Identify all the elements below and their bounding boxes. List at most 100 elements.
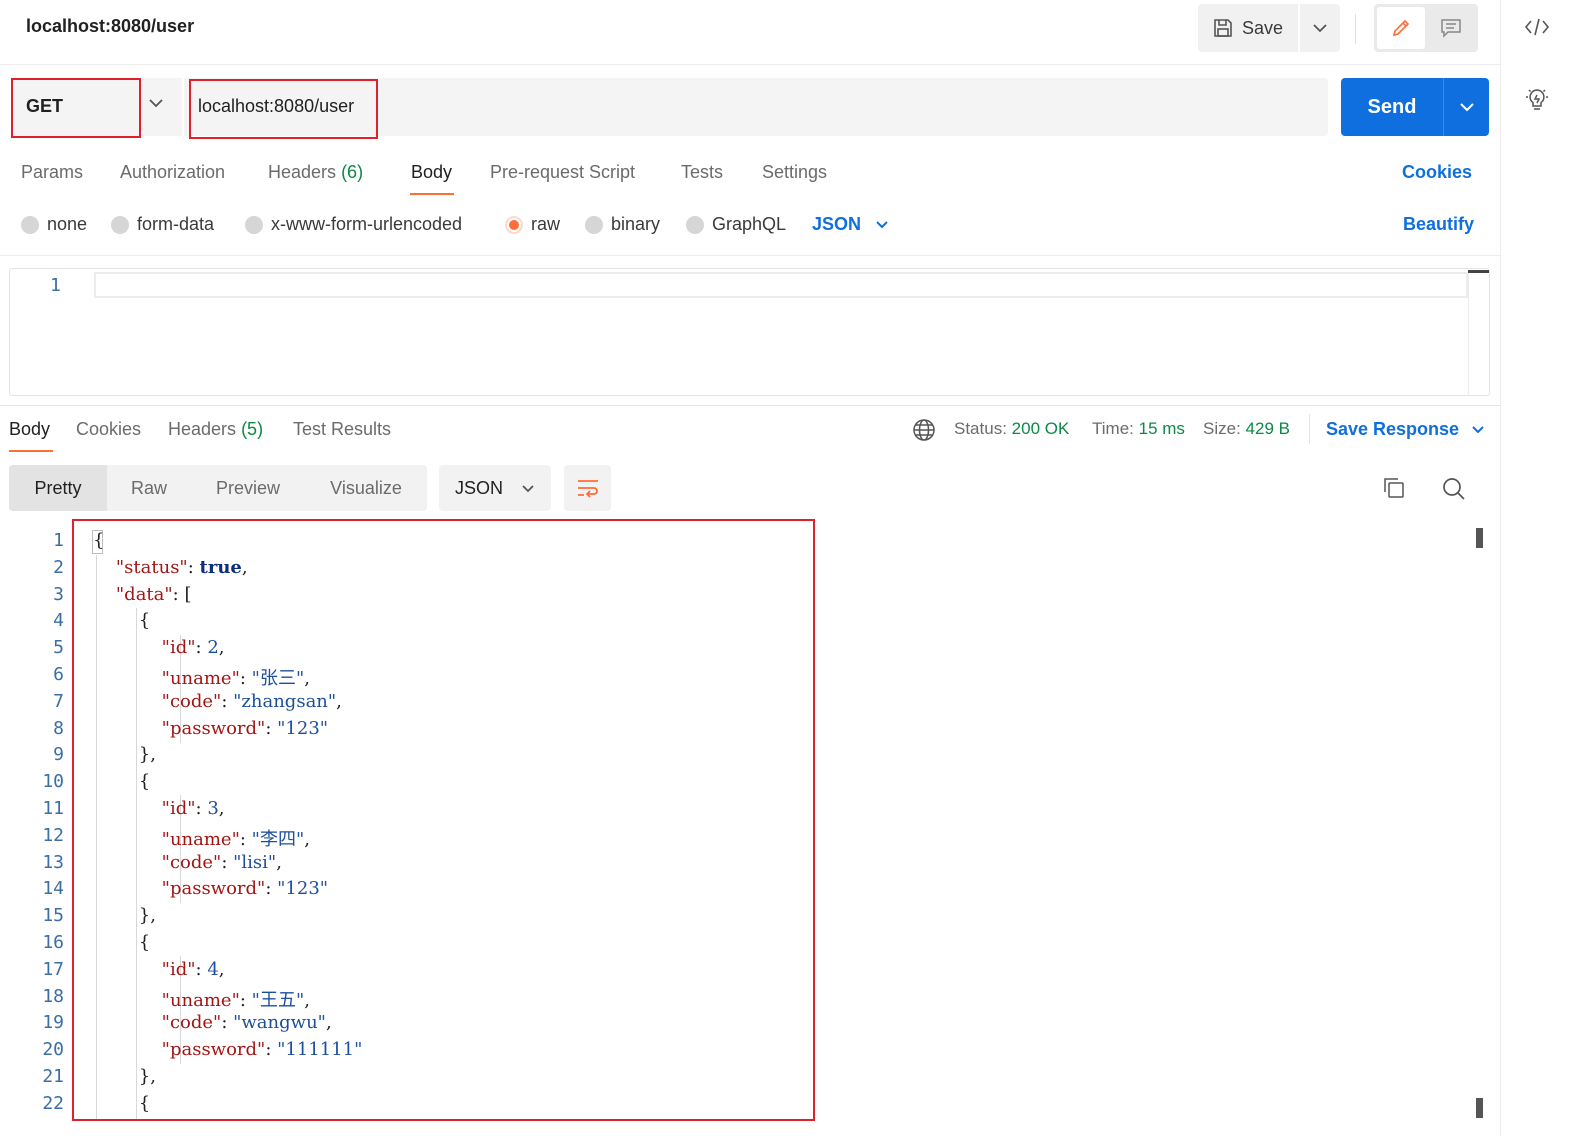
comment-icon — [1440, 18, 1462, 38]
time-label: Time: — [1092, 419, 1134, 438]
send-options-button[interactable] — [1443, 78, 1489, 136]
wrap-lines-icon — [576, 477, 600, 499]
response-scrollbar-thumb[interactable] — [1476, 528, 1483, 548]
line-number: 18 — [42, 985, 64, 1007]
lightbulb-icon[interactable] — [1524, 86, 1550, 114]
editor-scrollbar-thumb[interactable] — [1468, 270, 1489, 273]
globe-icon[interactable] — [912, 418, 936, 442]
url-highlight-box — [189, 79, 378, 139]
response-format-select[interactable]: JSON — [439, 465, 551, 511]
line-number: 15 — [42, 905, 64, 927]
comments-mode-button[interactable] — [1427, 7, 1475, 49]
time-readout[interactable]: Time: 15 ms — [1092, 419, 1185, 439]
save-button[interactable]: Save — [1198, 4, 1298, 52]
response-scrollbar-thumb[interactable] — [1476, 1098, 1483, 1118]
response-tab-headers[interactable]: Headers (5) — [168, 419, 263, 440]
response-format-value: JSON — [454, 477, 503, 498]
tab-headers[interactable]: Headers (6) — [268, 162, 363, 183]
size-readout[interactable]: Size: 429 B — [1203, 419, 1290, 439]
body-type-form-data[interactable]: form-data — [111, 214, 214, 235]
chevron-down-icon — [1459, 102, 1475, 112]
language-select[interactable]: JSON — [812, 214, 889, 235]
save-response-label: Save Response — [1326, 419, 1460, 439]
line-number: 7 — [53, 690, 64, 712]
code-icon[interactable] — [1524, 16, 1550, 38]
body-type-urlencoded[interactable]: x-www-form-urlencoded — [245, 214, 462, 235]
copy-icon[interactable] — [1382, 476, 1406, 500]
response-tab-cookies[interactable]: Cookies — [76, 419, 141, 440]
radio-icon — [686, 215, 704, 234]
save-options-button[interactable] — [1300, 4, 1340, 52]
line-number: 12 — [42, 824, 64, 846]
edit-mode-button[interactable] — [1377, 7, 1425, 49]
line-number: 21 — [42, 1066, 64, 1087]
header-divider-vertical — [1355, 14, 1356, 44]
status-readout[interactable]: Status: 200 OK — [954, 419, 1069, 439]
chevron-down-icon — [875, 220, 889, 229]
save-response-button[interactable]: Save Response — [1326, 419, 1485, 440]
editor-scrollbar[interactable] — [1468, 270, 1489, 396]
header-divider — [0, 64, 1500, 65]
body-type-label: GraphQL — [712, 214, 787, 234]
request-response-divider[interactable] — [0, 405, 1500, 406]
radio-icon — [21, 215, 39, 234]
active-line-highlight — [94, 272, 1468, 298]
beautify-button[interactable]: Beautify — [1403, 214, 1474, 235]
chevron-down-icon — [1471, 425, 1485, 434]
radio-icon — [245, 215, 263, 234]
tab-settings[interactable]: Settings — [762, 162, 827, 183]
line-number: 8 — [53, 717, 64, 739]
body-type-none[interactable]: none — [21, 214, 87, 235]
send-button-group: Send — [1341, 78, 1489, 136]
response-tab-headers-label: Headers — [168, 419, 237, 439]
tab-body[interactable]: Body — [411, 162, 452, 183]
line-number: 10 — [42, 771, 64, 793]
active-response-tab-indicator — [9, 450, 53, 452]
line-number: 9 — [53, 744, 64, 766]
view-preview[interactable]: Preview — [191, 465, 305, 511]
radio-checked-icon — [505, 215, 523, 234]
line-number: 22 — [42, 1092, 64, 1114]
line-number: 11 — [42, 798, 64, 819]
tab-authorization[interactable]: Authorization — [120, 162, 225, 183]
tab-pre-request-script[interactable]: Pre-request Script — [490, 162, 635, 183]
save-label: Save — [1242, 17, 1284, 38]
line-number: 2 — [53, 556, 64, 578]
tab-tests[interactable]: Tests — [681, 162, 723, 183]
line-number: 6 — [53, 664, 64, 685]
body-type-raw[interactable]: raw — [505, 214, 560, 235]
line-number: 20 — [42, 1039, 64, 1061]
time-value: 15 ms — [1138, 419, 1185, 438]
size-value: 429 B — [1245, 419, 1290, 438]
radio-icon — [585, 215, 603, 234]
wrap-lines-button[interactable] — [564, 465, 611, 511]
tab-params[interactable]: Params — [21, 162, 83, 183]
view-pretty[interactable]: Pretty — [9, 465, 107, 511]
edit-pencil-icon — [1390, 17, 1412, 39]
search-icon[interactable] — [1441, 476, 1467, 502]
response-tab-test-results[interactable]: Test Results — [293, 419, 391, 440]
view-visualize[interactable]: Visualize — [305, 465, 427, 511]
method-highlight-box — [11, 78, 141, 138]
request-title[interactable]: localhost:8080/user — [26, 16, 194, 37]
line-number: 1 — [50, 275, 61, 296]
tab-headers-count: (6) — [341, 162, 364, 182]
line-number: 16 — [42, 932, 64, 953]
cookies-link[interactable]: Cookies — [1402, 162, 1472, 183]
send-button[interactable]: Send — [1341, 78, 1443, 136]
response-tab-body[interactable]: Body — [9, 419, 50, 440]
response-highlight-box — [72, 519, 815, 1121]
body-options-divider — [0, 255, 1500, 256]
line-number: 19 — [42, 1012, 64, 1034]
body-type-binary[interactable]: binary — [585, 214, 660, 235]
chevron-down-icon[interactable] — [148, 98, 164, 108]
status-label: Status: — [954, 419, 1007, 438]
view-raw[interactable]: Raw — [107, 465, 191, 511]
body-type-label: raw — [531, 214, 561, 234]
right-rail-divider — [1500, 0, 1501, 1136]
active-tab-indicator — [410, 193, 454, 195]
body-type-label: form-data — [137, 214, 215, 234]
status-value: 200 OK — [1011, 419, 1070, 438]
body-type-graphql[interactable]: GraphQL — [686, 214, 786, 235]
tab-headers-label: Headers — [268, 162, 337, 182]
